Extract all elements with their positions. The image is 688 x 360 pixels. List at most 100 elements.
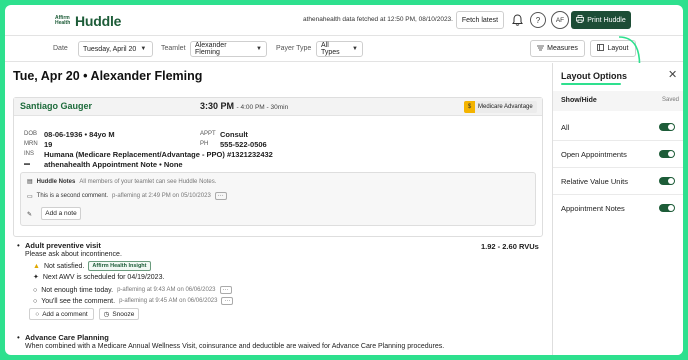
snooze-icon: ◷ bbox=[103, 311, 110, 318]
edit-icon: ✎ bbox=[27, 212, 33, 218]
toggle-row-relative-value-units: Relative Value Units bbox=[553, 168, 683, 195]
measure-comment: ○ You'll see the comment. p-afleming at … bbox=[33, 297, 234, 305]
add-comment-label: Add a comment bbox=[42, 310, 88, 318]
note-menu-button[interactable]: ··· bbox=[214, 192, 227, 200]
note-meta: p-afleming at 2:49 PM on 05/10/2023 bbox=[112, 193, 211, 199]
print-huddle-label: Print Huddle bbox=[587, 16, 626, 24]
top-bar: Affirm Health Huddle athenahealth data f… bbox=[5, 5, 683, 36]
badge-label: Medicare Advantage bbox=[478, 104, 533, 110]
bullet: • bbox=[17, 333, 20, 342]
toggle-row-open-appointments: Open Appointments bbox=[553, 141, 683, 168]
warning-icon: ▲ bbox=[33, 262, 40, 270]
logo: Affirm Health Huddle bbox=[55, 13, 121, 29]
notes-icon: ▤ bbox=[27, 179, 33, 185]
measure-title: Adult preventive visit bbox=[25, 241, 101, 250]
comment-text: Not enough time today. bbox=[41, 286, 114, 294]
appointment-note: athenahealth Appointment Note • None bbox=[44, 160, 183, 169]
snooze-button[interactable]: ◷ Snooze bbox=[99, 308, 139, 320]
dob-value: 08-06-1936 • 84yo M bbox=[44, 130, 115, 139]
patient-card-header: Santiago Gauger 3:30 PM - 4:00 PM - 30mi… bbox=[14, 98, 542, 116]
toggle-switch-relative-value-units[interactable] bbox=[659, 177, 675, 185]
filter-bar: Date Tuesday, April 20 ▼ Teamlet Alexand… bbox=[5, 36, 683, 62]
layout-options-panel: Layout Options ✕ Show/Hide Saved All Ope… bbox=[552, 63, 683, 355]
status-text: Not satisfied. bbox=[43, 262, 85, 270]
toggle-row-appointment-notes: Appointment Notes bbox=[553, 195, 683, 222]
app-window: Affirm Health Huddle athenahealth data f… bbox=[5, 5, 683, 355]
date-label: Date bbox=[53, 45, 68, 52]
appointment-time: 3:30 PM - 4:00 PM - 30min bbox=[200, 101, 288, 111]
comment-text: You'll see the comment. bbox=[41, 297, 116, 305]
comment-icon: ▭ bbox=[27, 193, 33, 200]
add-comment-button[interactable]: ○ Add a comment bbox=[29, 308, 94, 320]
avatar[interactable]: AF bbox=[551, 11, 569, 29]
fetch-latest-button[interactable]: Fetch latest bbox=[456, 11, 504, 29]
snooze-label: Snooze bbox=[112, 310, 135, 318]
help-icon[interactable]: ? bbox=[530, 12, 546, 28]
patient-name[interactable]: Santiago Gauger bbox=[20, 101, 92, 111]
show-hide-label: Show/Hide bbox=[561, 97, 597, 104]
chevron-down-icon: ▼ bbox=[352, 46, 358, 52]
toggle-switch-appointment-notes[interactable] bbox=[659, 204, 675, 212]
appt-value: Consult bbox=[220, 130, 248, 139]
panel-title: Layout Options bbox=[561, 71, 627, 81]
comment-icon: ○ bbox=[35, 310, 40, 318]
measure-next: ✦ Next AWV is scheduled for 04/19/2023. bbox=[33, 273, 165, 282]
comment-meta: p-afleming at 9:45 AM on 06/06/2023 bbox=[119, 298, 218, 304]
huddle-notes-box: ▤ Huddle Notes All members of your teaml… bbox=[20, 172, 536, 226]
comment-icon: ○ bbox=[33, 297, 38, 305]
date-value: Tuesday, April 20 bbox=[83, 45, 137, 53]
comment-menu-button[interactable]: ··· bbox=[221, 297, 234, 305]
toggle-label: Appointment Notes bbox=[561, 204, 625, 213]
affirm-insight-badge: Affirm Health Insight bbox=[88, 261, 151, 271]
measure-description: When combined with a Medicare Annual Wel… bbox=[25, 343, 445, 350]
teamlet-value: Alexander Fleming bbox=[195, 42, 227, 56]
mrn-label: MRN bbox=[24, 141, 38, 147]
appt-label: APPT bbox=[200, 131, 216, 137]
fetch-status: athenahealth data fetched at 12:50 PM, 0… bbox=[303, 16, 453, 23]
toggle-label: Relative Value Units bbox=[561, 177, 628, 186]
filter-icon bbox=[537, 45, 545, 53]
payer-type-label: Payer Type bbox=[276, 45, 312, 52]
bell-icon[interactable] bbox=[509, 12, 525, 28]
next-text: Next AWV is scheduled for 04/19/2023. bbox=[42, 273, 165, 281]
show-hide-header: Show/Hide Saved bbox=[553, 91, 683, 111]
phone-label: PH bbox=[200, 141, 209, 147]
toggle-switch-all[interactable] bbox=[659, 123, 675, 131]
comment-icon: ○ bbox=[33, 286, 38, 294]
date-select[interactable]: Tuesday, April 20 ▼ bbox=[78, 41, 153, 57]
appointment-range: - 4:00 PM - 30min bbox=[236, 104, 289, 111]
note-icon: ▬ bbox=[24, 161, 30, 167]
mrn-value: 19 bbox=[44, 140, 53, 149]
payer-type-value: All Types bbox=[321, 42, 340, 56]
add-note-button[interactable]: Add a note bbox=[41, 207, 81, 220]
printer-icon bbox=[576, 15, 585, 25]
toggle-label: All bbox=[561, 123, 570, 132]
medicare-advantage-badge: $ Medicare Advantage bbox=[464, 101, 537, 113]
insurance-value: Humana (Medicare Replacement/Advantage -… bbox=[44, 150, 273, 159]
teamlet-select[interactable]: Alexander Fleming ▼ bbox=[190, 41, 267, 57]
payer-type-select[interactable]: All Types ▼ bbox=[316, 41, 363, 57]
patient-card: Santiago Gauger 3:30 PM - 4:00 PM - 30mi… bbox=[13, 97, 543, 237]
measure-status: ▲ Not satisfied. Affirm Health Insight bbox=[33, 261, 151, 271]
comment-menu-button[interactable]: ··· bbox=[219, 286, 232, 294]
chevron-down-icon: ▼ bbox=[256, 46, 262, 52]
logo-title: Huddle bbox=[75, 13, 122, 29]
note-text: This is a second comment. bbox=[36, 193, 109, 199]
print-huddle-button[interactable]: Print Huddle bbox=[571, 11, 631, 29]
toggle-switch-open-appointments[interactable] bbox=[659, 150, 675, 158]
toggle-row-all: All bbox=[553, 114, 683, 141]
measure-comment: ○ Not enough time today. p-afleming at 9… bbox=[33, 286, 232, 294]
dob-label: DOB bbox=[24, 131, 38, 137]
close-icon[interactable]: ✕ bbox=[668, 68, 677, 81]
saved-status: Saved bbox=[662, 97, 680, 103]
phone-value: 555-522-0506 bbox=[220, 140, 267, 149]
huddle-notes-header: ▤ Huddle Notes All members of your teaml… bbox=[27, 178, 217, 186]
chevron-down-icon: ▼ bbox=[140, 46, 147, 52]
panel-title-underline bbox=[561, 83, 621, 85]
rvu-value: 1.92 - 2.60 RVUs bbox=[481, 242, 539, 251]
huddle-notes-title: Huddle Notes bbox=[36, 178, 76, 185]
toggle-label: Open Appointments bbox=[561, 150, 627, 159]
huddle-notes-subtitle: All members of your teamlet can see Hudd… bbox=[79, 178, 217, 185]
measures-button[interactable]: Measures bbox=[530, 40, 585, 57]
huddle-note-item: ▭ This is a second comment. p-afleming a… bbox=[27, 192, 227, 200]
